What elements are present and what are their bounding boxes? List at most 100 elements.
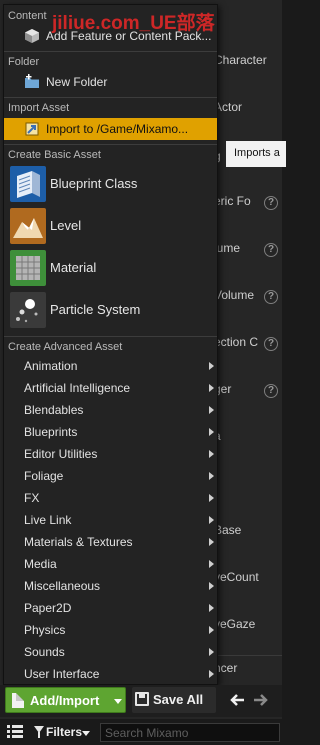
menu-item-label: FX xyxy=(24,491,40,505)
menu-item-label: Blueprints xyxy=(24,425,78,439)
bg-label-volume: Volume xyxy=(214,288,255,302)
menu-item-import[interactable]: Import to /Game/Mixamo... xyxy=(4,118,217,140)
menu-item-user-interface[interactable]: User Interface xyxy=(4,663,217,685)
chevron-down-icon xyxy=(114,699,122,704)
menu-item-label: Particle System xyxy=(50,302,141,317)
submenu-arrow-icon xyxy=(209,428,214,436)
menu-item-label: Foliage xyxy=(24,469,64,483)
menu-item-media[interactable]: Media xyxy=(4,553,217,575)
menu-item-label: User Interface xyxy=(24,667,100,681)
bg-label-actor: Actor xyxy=(214,100,243,114)
submenu-arrow-icon xyxy=(209,406,214,414)
submenu-arrow-icon xyxy=(209,516,214,524)
menu-item-label: New Folder xyxy=(46,75,108,89)
submenu-arrow-icon xyxy=(209,538,214,546)
menu-item-material[interactable]: Material xyxy=(4,247,217,289)
menu-item-label: Editor Utilities xyxy=(24,447,98,461)
help-icon[interactable]: ? xyxy=(264,196,278,210)
bg-label-yecount: yeCount xyxy=(214,570,259,584)
new-document-icon xyxy=(12,693,24,708)
menu-item-blendables[interactable]: Blendables xyxy=(4,399,217,421)
divider xyxy=(4,97,217,98)
section-header-import: Import Asset xyxy=(8,102,70,114)
filter-bar: Filters xyxy=(0,719,282,745)
menu-item-live-link[interactable]: Live Link xyxy=(4,509,217,531)
new-folder-icon xyxy=(25,74,39,88)
menu-item-label: Live Link xyxy=(24,513,72,527)
particle-system-icon xyxy=(10,292,46,328)
menu-item-level[interactable]: Level xyxy=(4,205,217,247)
level-icon xyxy=(10,208,46,244)
divider xyxy=(4,336,217,337)
filters-label: Filters xyxy=(46,725,83,739)
divider xyxy=(214,655,282,656)
menu-item-label: Blueprint Class xyxy=(50,176,138,191)
divider xyxy=(4,51,217,52)
menu-item-paper2d[interactable]: Paper2D xyxy=(4,597,217,619)
menu-item-artificial-intelligence[interactable]: Artificial Intelligence xyxy=(4,377,217,399)
divider xyxy=(4,144,217,145)
help-icon[interactable]: ? xyxy=(264,290,278,304)
menu-item-particle-system[interactable]: Particle System xyxy=(4,289,217,331)
forward-arrow-icon[interactable] xyxy=(251,691,269,709)
list-view-icon[interactable] xyxy=(7,725,23,739)
menu-item-label: Physics xyxy=(24,623,66,637)
menu-item-miscellaneous[interactable]: Miscellaneous xyxy=(4,575,217,597)
content-browser-toolbar: Add/Import Save All xyxy=(0,685,282,717)
search-input[interactable] xyxy=(100,723,280,742)
menu-item-label: Import to /Game/Mixamo... xyxy=(46,122,189,136)
submenu-arrow-icon xyxy=(209,582,214,590)
menu-item-label: Paper2D xyxy=(24,601,72,615)
submenu-arrow-icon xyxy=(209,626,214,634)
menu-item-label: Animation xyxy=(24,359,78,373)
menu-item-blueprint-class[interactable]: Blueprint Class xyxy=(4,163,217,205)
menu-item-editor-utilities[interactable]: Editor Utilities xyxy=(4,443,217,465)
help-icon[interactable]: ? xyxy=(264,243,278,257)
material-icon xyxy=(10,250,46,286)
menu-item-animation[interactable]: Animation xyxy=(4,355,217,377)
submenu-arrow-icon xyxy=(209,384,214,392)
section-header-folder: Folder xyxy=(8,56,40,68)
menu-item-materials-textures[interactable]: Materials & Textures xyxy=(4,531,217,553)
help-icon[interactable]: ? xyxy=(264,384,278,398)
save-all-button[interactable]: Save All xyxy=(132,687,216,713)
save-all-label: Save All xyxy=(153,692,204,707)
menu-item-new-folder[interactable]: New Folder xyxy=(4,71,217,93)
bg-label-base: Base xyxy=(214,523,242,537)
tooltip: Imports a xyxy=(226,141,286,167)
import-icon xyxy=(25,122,39,136)
help-icon[interactable]: ? xyxy=(264,337,278,351)
filters-button[interactable]: Filters xyxy=(32,724,94,742)
save-icon xyxy=(135,692,149,706)
section-header-content: Content xyxy=(8,10,47,22)
menu-item-label: Media xyxy=(24,557,57,571)
add-import-label: Add/Import xyxy=(30,693,100,708)
watermark: jiliue.com_UE部落 xyxy=(52,13,215,34)
bg-label-yegaze: yeGaze xyxy=(214,617,256,631)
menu-item-sounds[interactable]: Sounds xyxy=(4,641,217,663)
section-header-basic: Create Basic Asset xyxy=(8,149,101,161)
add-import-button[interactable]: Add/Import xyxy=(5,687,126,713)
menu-item-fx[interactable]: FX xyxy=(4,487,217,509)
back-arrow-icon[interactable] xyxy=(229,691,247,709)
submenu-arrow-icon xyxy=(209,362,214,370)
package-icon xyxy=(25,29,39,43)
submenu-arrow-icon xyxy=(209,604,214,612)
menu-item-blueprints[interactable]: Blueprints xyxy=(4,421,217,443)
menu-item-label: Level xyxy=(50,218,82,233)
submenu-arrow-icon xyxy=(209,450,214,458)
submenu-arrow-icon xyxy=(209,472,214,480)
menu-item-label: Artificial Intelligence xyxy=(24,381,131,395)
menu-item-label: Sounds xyxy=(24,645,65,659)
menu-item-physics[interactable]: Physics xyxy=(4,619,217,641)
filter-icon-stem xyxy=(38,732,40,738)
submenu-arrow-icon xyxy=(209,494,214,502)
menu-item-foliage[interactable]: Foliage xyxy=(4,465,217,487)
menu-item-label: Blendables xyxy=(24,403,84,417)
bg-label-fo: eric Fo xyxy=(214,194,251,208)
menu-item-label: Material xyxy=(50,260,97,275)
section-header-advanced: Create Advanced Asset xyxy=(8,341,123,353)
bg-label-character: Character xyxy=(214,53,267,67)
blueprint-class-icon xyxy=(10,166,46,202)
chevron-down-icon xyxy=(82,731,90,736)
